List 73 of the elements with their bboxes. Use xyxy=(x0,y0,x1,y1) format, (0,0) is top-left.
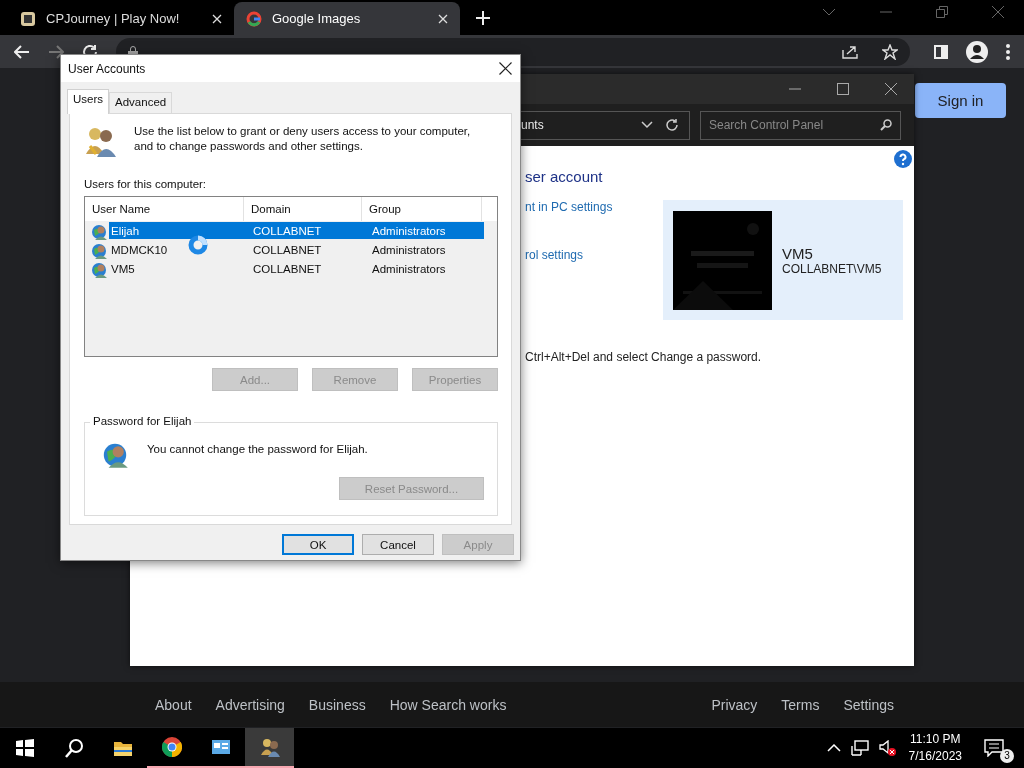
footer-link[interactable]: About xyxy=(155,696,192,713)
chevron-up-icon[interactable] xyxy=(826,744,841,752)
column-header[interactable]: Group xyxy=(362,197,482,221)
dialog-tab[interactable]: Users xyxy=(67,89,110,114)
selected-row[interactable]: Elijah COLLABNET Administrators xyxy=(109,222,484,239)
users-icon xyxy=(259,737,280,757)
tab-title: CPJourney | Play Now! xyxy=(46,11,181,26)
chrome-logo-icon xyxy=(161,737,182,757)
column-header[interactable]: Domain xyxy=(244,197,362,221)
password-message: You cannot change the password for Elijah. xyxy=(147,442,368,455)
table-cell-text: Administrators xyxy=(371,224,446,237)
table-cell-text: Elijah xyxy=(110,224,140,237)
browser-tab[interactable]: CPJourney | Play Now! xyxy=(8,2,234,35)
sign-in-button[interactable]: Sign in xyxy=(915,83,1006,118)
account-name: VM5 xyxy=(782,244,814,262)
dialog-button[interactable]: Cancel xyxy=(362,534,434,555)
notification-count: 3 xyxy=(1000,749,1014,763)
google-logo-icon xyxy=(246,10,262,27)
table-cell-text: Administrators xyxy=(371,262,446,275)
column-header[interactable]: User Name xyxy=(85,197,244,221)
table-cell-text: Administrators xyxy=(371,243,446,256)
footer-link[interactable]: Privacy xyxy=(711,696,758,713)
account-domain: COLLABNET\VM5 xyxy=(782,261,882,276)
section-heading: ser account xyxy=(525,168,603,185)
profile-icon[interactable] xyxy=(966,40,988,63)
restore-icon[interactable] xyxy=(936,6,948,18)
clock-time[interactable]: 11:10 PM xyxy=(910,731,961,748)
table-cell-text: COLLABNET xyxy=(252,243,322,256)
close-icon[interactable] xyxy=(885,83,897,95)
table-cell-text: VM5 xyxy=(110,262,135,275)
new-tab-icon[interactable] xyxy=(476,11,490,25)
window-title: User Accounts xyxy=(68,61,146,76)
breadcrumb-text: unts xyxy=(521,118,545,132)
control-panel-icon xyxy=(210,737,231,757)
footer-link[interactable]: Settings xyxy=(843,696,894,713)
volume-muted-icon[interactable] xyxy=(878,740,897,756)
notifications-icon[interactable] xyxy=(984,739,1004,757)
search-icon xyxy=(63,738,84,758)
settings-link[interactable]: nt in PC settings xyxy=(525,200,613,214)
taskbar-button[interactable] xyxy=(245,728,294,768)
table-cell-text: MDMCK10 xyxy=(110,243,168,256)
star-icon[interactable] xyxy=(882,43,898,60)
forward-icon[interactable] xyxy=(48,44,64,59)
browser-tab[interactable]: Google Images xyxy=(234,2,460,35)
cpj-logo-icon xyxy=(20,10,36,27)
menu-icon[interactable] xyxy=(1006,43,1010,60)
maximize-icon[interactable] xyxy=(837,83,849,95)
clock-date[interactable]: 7/16/2023 xyxy=(908,748,962,765)
instruction-text: Use the list below to grant or deny users access to your computer, and to change passwords and other settings. xyxy=(134,124,472,154)
share-icon[interactable] xyxy=(842,44,858,59)
list-label: Users for this computer: xyxy=(84,178,208,190)
tab-title: Google Images xyxy=(272,11,362,26)
close-icon[interactable] xyxy=(499,62,512,75)
back-icon[interactable] xyxy=(14,44,30,59)
table-cell-text: COLLABNET xyxy=(252,262,322,275)
dialog-button[interactable]: OK xyxy=(282,534,354,555)
windows-logo-icon xyxy=(14,738,35,758)
footer-link[interactable]: Business xyxy=(308,696,366,713)
instruction-text: Ctrl+Alt+Del and select Change a password. xyxy=(525,350,763,364)
group-title: Password for Elijah xyxy=(90,415,195,427)
refresh-icon[interactable] xyxy=(665,118,679,132)
dialog-tab[interactable]: Advanced xyxy=(109,92,173,113)
footer-link[interactable]: How Search works xyxy=(389,696,507,713)
search-icon xyxy=(880,118,892,131)
search-field[interactable]: Search Control Panel xyxy=(700,110,901,140)
table-cell-text: COLLABNET xyxy=(252,224,322,237)
side-panel-icon[interactable] xyxy=(934,44,948,59)
footer-link[interactable]: Advertising xyxy=(215,696,285,713)
help-icon[interactable] xyxy=(894,150,912,168)
network-icon[interactable] xyxy=(850,740,869,756)
footer-link[interactable]: Terms xyxy=(781,696,820,713)
settings-link[interactable]: rol settings xyxy=(525,248,584,262)
busy-cursor-icon xyxy=(188,235,208,255)
